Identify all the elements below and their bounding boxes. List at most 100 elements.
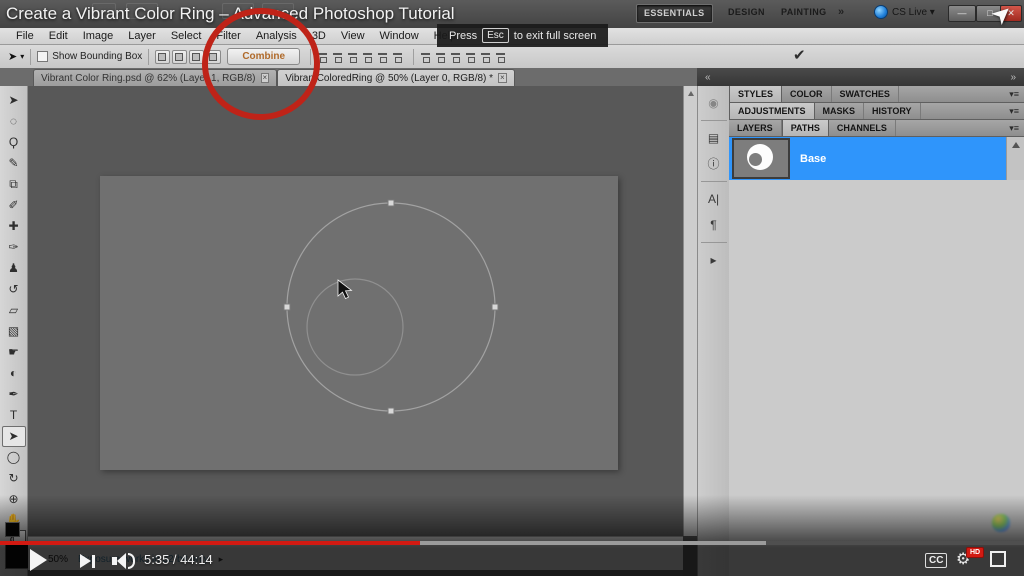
distribute-horizontal-icon[interactable]	[480, 51, 492, 63]
shape-tool[interactable]: ◯	[3, 447, 25, 468]
panel-dock-header: « »	[697, 68, 1024, 86]
cs-live-label: CS Live ▾	[892, 7, 935, 18]
paragraph-panel-icon[interactable]: ¶	[703, 214, 725, 236]
clone-stamp-tool[interactable]: ♟	[3, 258, 25, 279]
collapse-dock-icon[interactable]: «	[705, 72, 711, 83]
panel-group-layers: LAYERS PATHS CHANNELS ▾≡	[729, 120, 1024, 137]
menu-select[interactable]: Select	[171, 30, 202, 42]
menu-edit[interactable]: Edit	[49, 30, 68, 42]
workspace-essentials[interactable]: ESSENTIALS	[636, 4, 713, 23]
3d-rotate-tool[interactable]: ↻	[3, 468, 25, 489]
video-progress-bar[interactable]	[0, 541, 1024, 545]
panel-menu-icon[interactable]: ▾≡	[1004, 120, 1024, 136]
anchor-point	[388, 200, 394, 206]
character-panel-icon[interactable]: A|	[703, 188, 725, 210]
panel-menu-icon[interactable]: ▾≡	[1004, 86, 1024, 102]
minimize-button[interactable]: —	[948, 5, 976, 22]
fullscreen-corner	[990, 551, 998, 559]
history-brush-tool[interactable]: ↺	[3, 279, 25, 300]
path-item-base[interactable]: Base	[729, 137, 1006, 180]
distribute-bottom-icon[interactable]	[450, 51, 462, 63]
paths-scrollbar[interactable]	[1006, 137, 1024, 180]
vertical-scrollbar[interactable]	[683, 86, 697, 536]
crop-tool[interactable]: ⧉	[3, 174, 25, 195]
next-button[interactable]	[80, 554, 95, 568]
workspace-painting[interactable]: PAINTING	[775, 4, 833, 21]
info-panel-icon[interactable]: ⓘ	[703, 153, 725, 175]
expand-dock-icon[interactable]: »	[1010, 72, 1016, 83]
distribute-vertical-icon[interactable]	[435, 51, 447, 63]
divider	[30, 49, 31, 65]
align-bottom-icon[interactable]	[347, 51, 359, 63]
next-icon-bar	[92, 555, 95, 568]
volume-button[interactable]	[112, 553, 135, 569]
path-selection-tool[interactable]: ➤	[2, 426, 26, 447]
speaker-cone-icon	[117, 553, 126, 569]
dodge-tool[interactable]: ◐	[3, 363, 25, 384]
divider	[701, 181, 727, 182]
tab-swatches[interactable]: SWATCHES	[832, 86, 899, 102]
tab-styles[interactable]: STYLES	[729, 86, 782, 102]
progress-played	[0, 541, 420, 545]
distribute-top-icon[interactable]	[420, 51, 432, 63]
align-right-icon[interactable]	[392, 51, 404, 63]
distribute-right-icon[interactable]	[495, 51, 507, 63]
tooltip-text: to exit full screen	[514, 30, 597, 42]
tab-paths[interactable]: PATHS	[782, 120, 829, 136]
eyedropper-tool[interactable]: ✐	[3, 195, 25, 216]
mini-bridge-icon[interactable]: ◉	[703, 92, 725, 114]
tab-masks[interactable]: MASKS	[815, 103, 865, 119]
distribute-left-icon[interactable]	[465, 51, 477, 63]
menu-layer[interactable]: Layer	[128, 30, 156, 42]
fullscreen-corner	[998, 551, 1006, 559]
fullscreen-corner	[990, 559, 998, 567]
menu-image[interactable]: Image	[83, 30, 114, 42]
exit-fullscreen-button[interactable]	[990, 551, 1006, 567]
panel-menu-icon[interactable]: ▾≡	[1004, 103, 1024, 119]
workspace-design[interactable]: DESIGN	[722, 4, 771, 21]
tab-adjustments[interactable]: ADJUSTMENTS	[729, 103, 815, 119]
align-vertical-centers-icon[interactable]	[332, 51, 344, 63]
path-artwork	[100, 176, 618, 470]
navigator-panel-icon[interactable]: ▤	[703, 127, 725, 149]
subtract-shape-area-icon[interactable]	[172, 50, 187, 64]
tab-history[interactable]: HISTORY	[864, 103, 921, 119]
path-name: Base	[800, 153, 826, 165]
menu-view[interactable]: View	[341, 30, 365, 42]
esc-key: Esc	[482, 28, 509, 43]
fullscreen-corner	[998, 559, 1006, 567]
tooltip-text: Press	[449, 30, 477, 42]
tab-layers[interactable]: LAYERS	[729, 120, 782, 136]
pen-tool[interactable]: ✒	[3, 384, 25, 405]
move-tool[interactable]: ➤	[3, 90, 25, 111]
align-horizontal-centers-icon[interactable]	[377, 51, 389, 63]
hd-quality-badge: HD	[966, 547, 984, 558]
workspace-more-chevron[interactable]: »	[838, 4, 845, 21]
tab-close-icon[interactable]: ×	[498, 73, 507, 83]
quick-selection-tool[interactable]: ✎	[3, 153, 25, 174]
show-bounding-box-checkbox[interactable]	[37, 51, 48, 62]
tab-channels[interactable]: CHANNELS	[829, 120, 896, 136]
marquee-tool[interactable]: ◌	[3, 111, 25, 132]
gradient-tool[interactable]: ▧	[3, 321, 25, 342]
commit-check-icon[interactable]: ✔	[793, 46, 806, 64]
play-button[interactable]	[30, 549, 47, 571]
eraser-tool[interactable]: ▱	[3, 300, 25, 321]
smudge-tool[interactable]: ☛	[3, 342, 25, 363]
add-shape-area-icon[interactable]	[155, 50, 170, 64]
align-left-icon[interactable]	[362, 51, 374, 63]
actions-panel-icon[interactable]: ▸	[703, 249, 725, 271]
next-icon	[80, 554, 91, 568]
cs-live-button[interactable]: CS Live ▾	[874, 5, 935, 19]
tab-color[interactable]: COLOR	[782, 86, 832, 102]
current-tool-chip[interactable]: ➤ ▾	[8, 50, 24, 63]
menu-file[interactable]: File	[16, 30, 34, 42]
type-tool[interactable]: T	[3, 405, 25, 426]
progress-buffered	[420, 541, 766, 545]
menu-window[interactable]: Window	[380, 30, 419, 42]
healing-brush-tool[interactable]: ✚	[3, 216, 25, 237]
lasso-tool[interactable]: Ϙ	[3, 132, 25, 153]
canvas[interactable]	[100, 176, 618, 470]
captions-button[interactable]: CC	[925, 553, 947, 568]
brush-tool[interactable]: ✑	[3, 237, 25, 258]
